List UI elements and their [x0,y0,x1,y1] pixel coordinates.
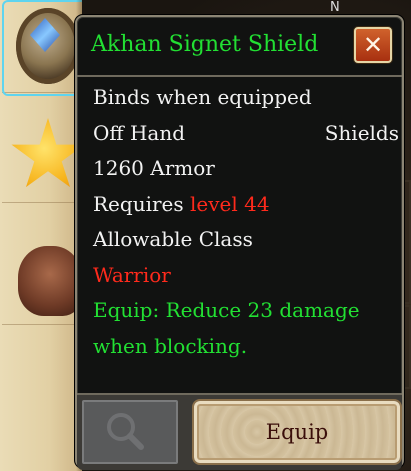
type-text: Shields [324,120,399,145]
binds-row: Binds when equipped [93,80,389,116]
inspect-button[interactable] [82,400,178,464]
equip-button[interactable]: Equip [194,401,400,463]
close-icon: ✕ [362,31,384,59]
item-stats: Binds when equipped Off Hand Shields 126… [93,80,399,365]
slot-text: Off Hand [93,120,186,145]
inventory-slot-star[interactable] [2,110,85,203]
requirement-row: Requires level 44 [93,187,389,223]
armor-row: 1260 Armor [93,151,389,187]
inventory-slot-creature[interactable] [2,232,82,325]
equip-effect-line-2: when blocking. [93,329,389,365]
class-value: Warrior [93,262,171,287]
requires-label: Requires [93,191,184,216]
close-button[interactable]: ✕ [354,27,392,63]
tooltip-footer: Equip [77,393,402,470]
requires-level-value: level 44 [190,191,270,216]
item-tooltip: Akhan Signet Shield ✕ Binds when equippe… [75,15,404,470]
inventory-slot-shield[interactable] [2,0,88,96]
class-label: Allowable Class [93,227,253,251]
class-label-row: Allowable Class [93,222,389,258]
equip-effect-text-1: Equip: Reduce 23 damage [93,298,360,322]
tooltip-header: Akhan Signet Shield ✕ [77,17,402,77]
creature-item-icon [18,246,82,316]
equip-button-label: Equip [265,420,329,444]
equip-effect-line-1: Equip: Reduce 23 damage [93,293,389,329]
binds-text: Binds when equipped [93,85,312,109]
item-name: Akhan Signet Shield [91,32,319,57]
class-value-row: Warrior [93,258,389,294]
slot-row: Off Hand Shields [93,116,399,152]
magnifier-icon [107,413,144,450]
equip-effect-text-2: when blocking. [93,333,248,358]
armor-text: 1260 Armor [93,156,215,180]
compass-north-label: N [330,0,340,15]
inventory-sidebar [0,0,88,471]
